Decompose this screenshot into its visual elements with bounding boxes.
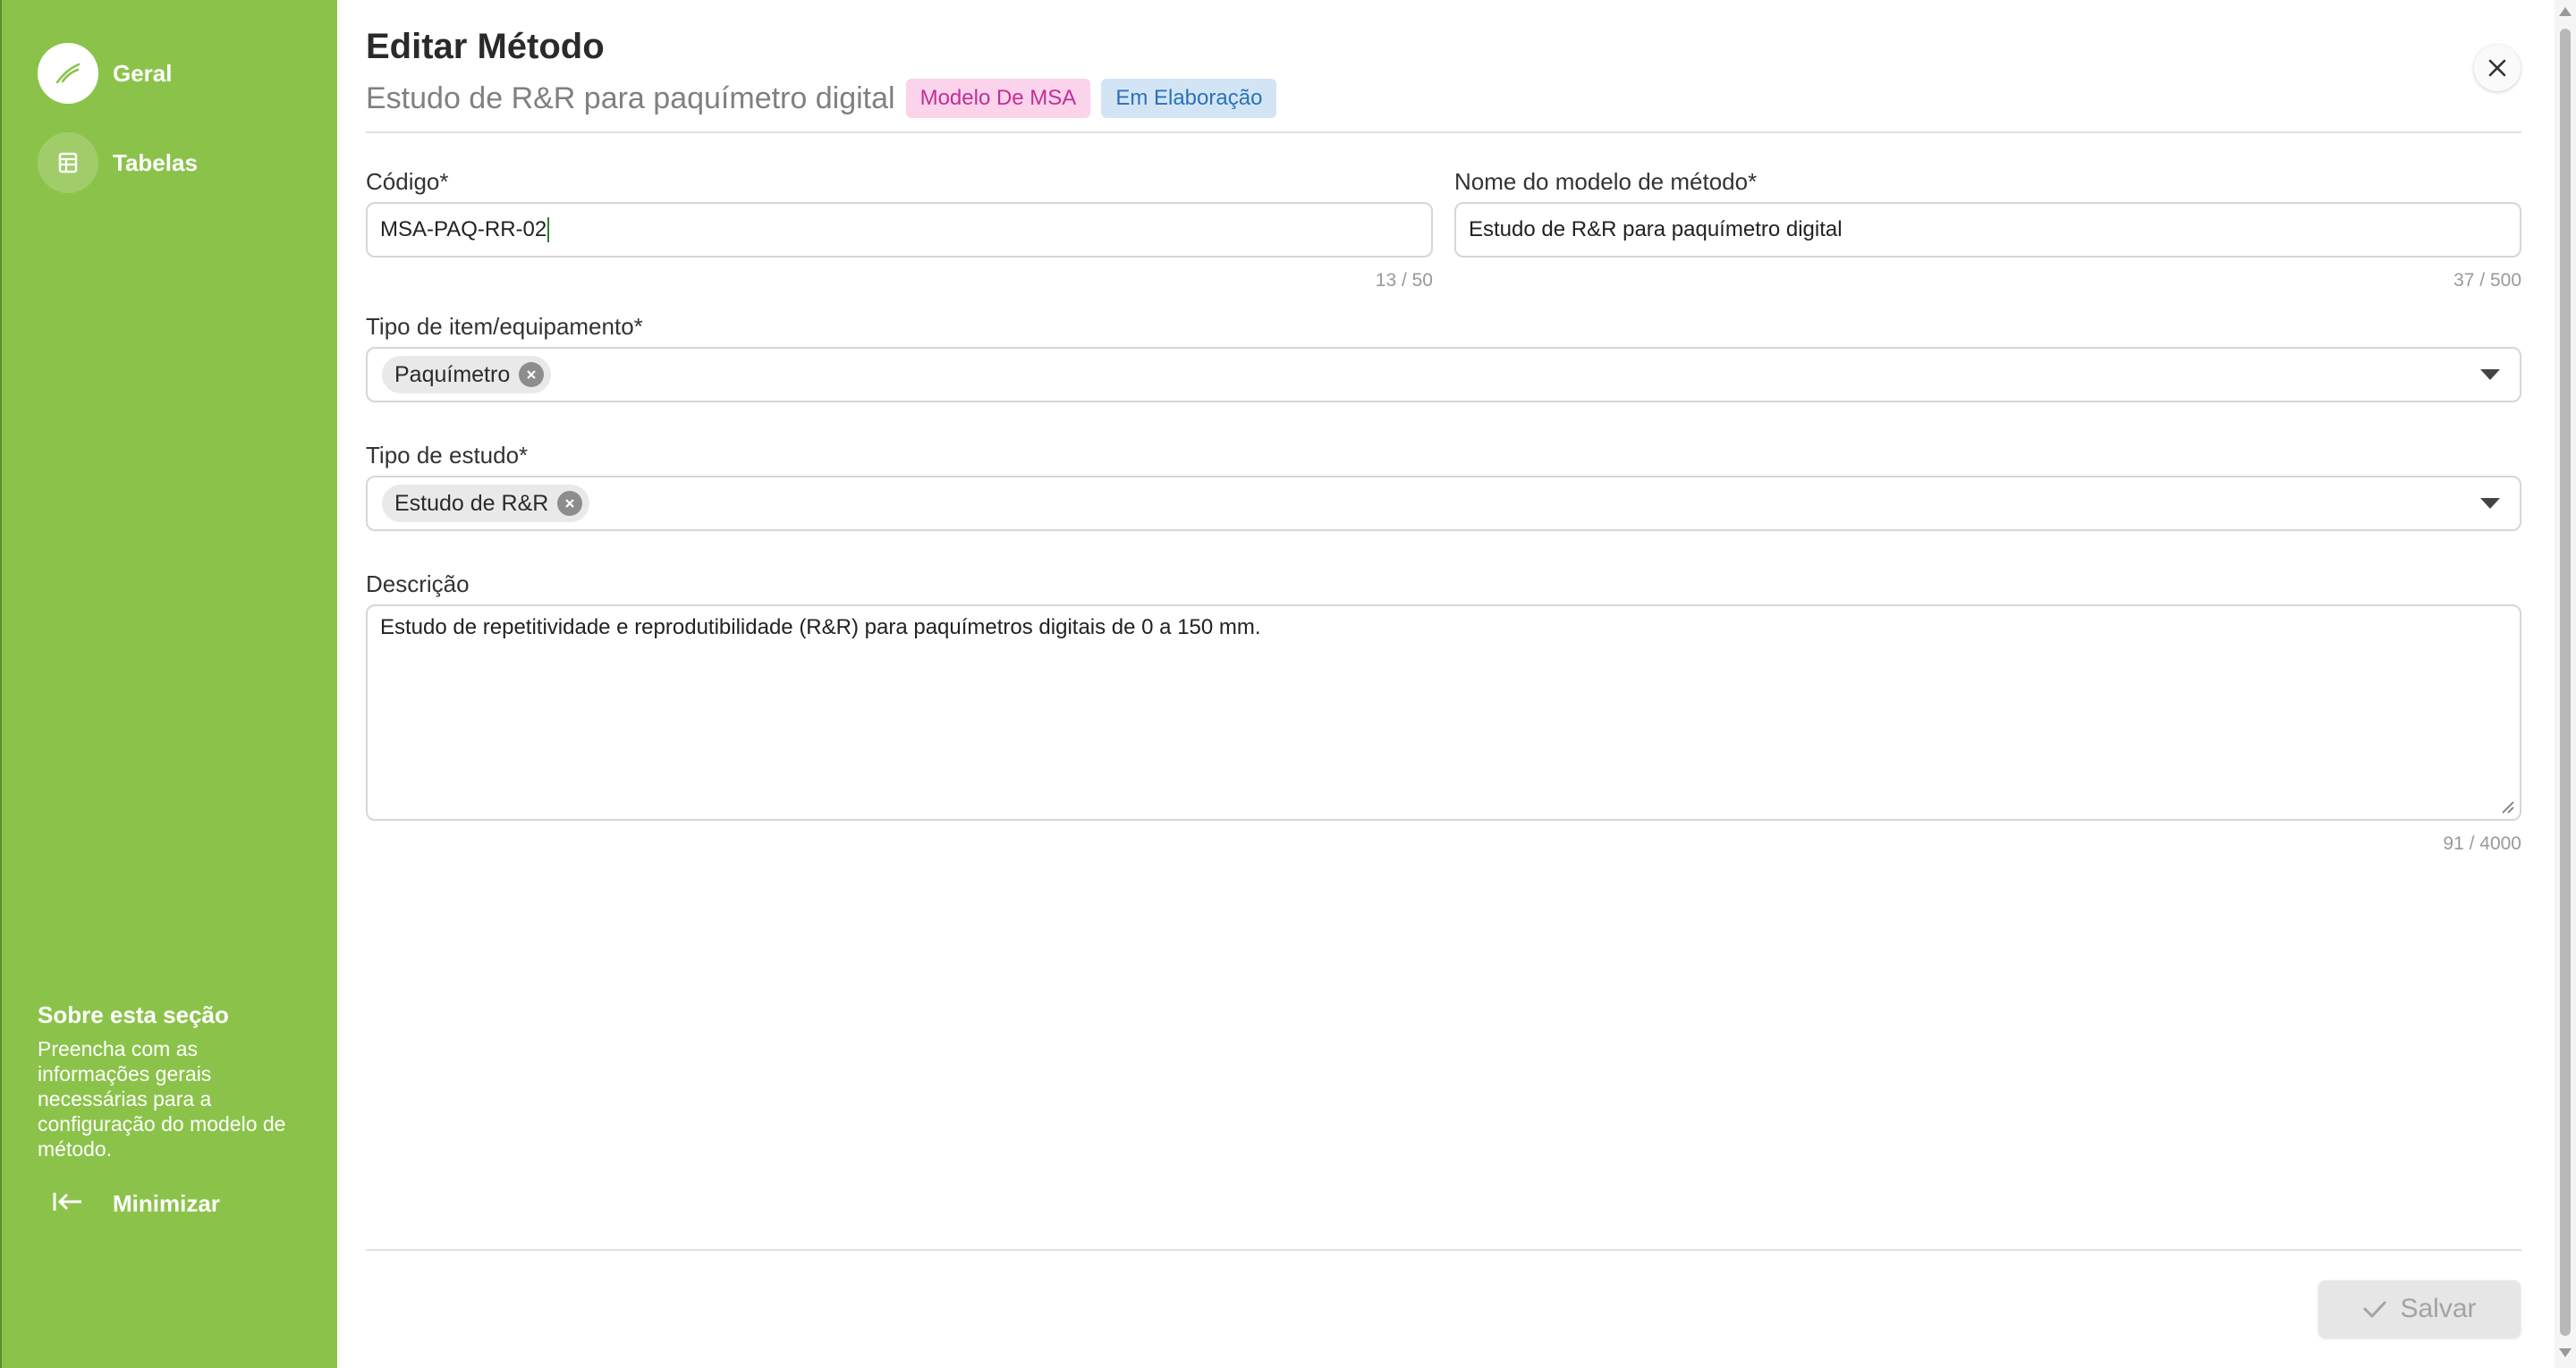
- save-label: Salvar: [2400, 1294, 2477, 1323]
- sidebar: Geral Tabelas Sobre esta seção Preencha …: [0, 0, 337, 1368]
- sidebar-item-label: Tabelas: [113, 148, 198, 176]
- leaf-pen-icon: [38, 43, 98, 104]
- edit-method-dialog: Geral Tabelas Sobre esta seção Preencha …: [0, 0, 2576, 1368]
- nome-counter: 37 / 500: [2453, 270, 2521, 291]
- tag-label: Paquímetro: [394, 361, 511, 387]
- resize-handle-icon[interactable]: [2500, 799, 2514, 814]
- remove-tag-icon[interactable]: [557, 491, 583, 516]
- codigo-label: Código*: [366, 168, 449, 195]
- selected-tag: Paquímetro: [382, 356, 552, 393]
- scrollbar[interactable]: [2555, 0, 2576, 1368]
- close-button[interactable]: [2474, 45, 2521, 91]
- descricao-counter: 91 / 4000: [2443, 833, 2521, 854]
- footer-divider: [366, 1249, 2521, 1251]
- about-text: Preencha com as informações gerais neces…: [38, 1037, 286, 1161]
- sidebar-item-tabelas[interactable]: Tabelas: [38, 132, 198, 193]
- descricao-value: Estudo de repetitividade e reprodutibili…: [380, 615, 1261, 639]
- minimize-button[interactable]: Minimizar: [52, 1189, 220, 1219]
- collapse-left-icon: [52, 1189, 84, 1219]
- tag-label: Estudo de R&R: [394, 490, 549, 516]
- about-title: Sobre esta seção: [38, 1001, 229, 1028]
- check-icon: [2363, 1301, 2386, 1318]
- nome-label: Nome do modelo de método*: [1454, 168, 1758, 195]
- descricao-textarea[interactable]: Estudo de repetitividade e reprodutibili…: [366, 604, 2521, 821]
- about-section: Sobre esta seção Preencha com as informa…: [38, 1001, 306, 1161]
- header-divider: [366, 131, 2521, 133]
- tipo-item-label: Tipo de item/equipamento*: [366, 313, 643, 340]
- type-badge: Modelo De MSA: [905, 79, 1091, 118]
- sidebar-item-geral[interactable]: Geral: [38, 43, 173, 104]
- chevron-down-icon[interactable]: [2480, 369, 2500, 380]
- status-badge: Em Elaboração: [1101, 79, 1277, 118]
- save-button[interactable]: Salvar: [2318, 1280, 2521, 1338]
- chevron-down-icon[interactable]: [2480, 498, 2500, 509]
- scrollbar-thumb[interactable]: [2560, 29, 2571, 1336]
- codigo-counter: 13 / 50: [1375, 270, 1433, 291]
- page-subtitle: Estudo de R&R para paquímetro digital: [366, 80, 895, 115]
- minimize-label: Minimizar: [113, 1190, 220, 1217]
- descricao-label: Descrição: [366, 570, 470, 597]
- codigo-field[interactable]: MSA-PAQ-RR-02: [366, 202, 1433, 258]
- subtitle-row: Estudo de R&R para paquímetro digital Mo…: [366, 79, 1277, 118]
- table-icon: [38, 132, 98, 193]
- nome-value: Estudo de R&R para paquímetro digital: [1469, 217, 1843, 241]
- nome-field[interactable]: Estudo de R&R para paquímetro digital: [1454, 202, 2521, 258]
- scroll-up-icon[interactable]: [2559, 7, 2572, 16]
- tipo-item-select[interactable]: Paquímetro: [366, 347, 2521, 402]
- page-title: Editar Método: [366, 27, 605, 66]
- tipo-estudo-select[interactable]: Estudo de R&R: [366, 476, 2521, 531]
- text-cursor: [547, 217, 550, 242]
- remove-tag-icon[interactable]: [519, 362, 545, 387]
- scroll-down-icon[interactable]: [2559, 1348, 2572, 1357]
- tipo-estudo-label: Tipo de estudo*: [366, 442, 529, 469]
- sidebar-item-label: Geral: [113, 59, 173, 87]
- codigo-value: MSA-PAQ-RR-02: [380, 217, 547, 241]
- selected-tag: Estudo de R&R: [382, 485, 590, 522]
- close-icon: [2488, 59, 2506, 77]
